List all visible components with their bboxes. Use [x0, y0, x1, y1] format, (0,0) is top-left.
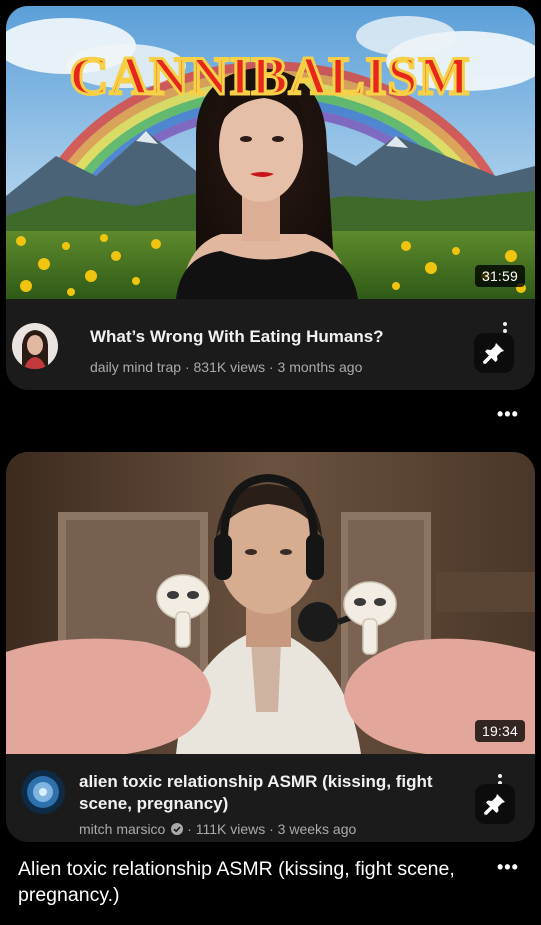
- video-card-cannibalism[interactable]: CANNIBALISM 31:59 What’s Wrong With Eati…: [6, 6, 535, 390]
- pin-button[interactable]: [474, 333, 514, 373]
- video-info: What’s Wrong With Eating Humans? daily m…: [6, 299, 535, 390]
- video-thumbnail[interactable]: 19:34: [6, 452, 535, 754]
- video-meta: mitch marsico · 111K views · 3 weeks ago: [79, 821, 464, 837]
- duration-badge: 19:34: [474, 720, 525, 742]
- post-more-options[interactable]: •••: [497, 404, 519, 425]
- avatar-image: [21, 770, 65, 814]
- view-count: 111K views: [195, 821, 266, 837]
- channel-avatar[interactable]: [12, 323, 58, 369]
- post-more-options[interactable]: •••: [497, 857, 519, 878]
- duration-badge: 31:59: [474, 265, 525, 287]
- meta-separator: ·: [269, 821, 274, 837]
- thumbnail-image: CANNIBALISM: [6, 6, 535, 299]
- meta-separator: ·: [187, 821, 192, 837]
- verified-check-icon: [171, 822, 184, 835]
- video-thumbnail[interactable]: CANNIBALISM 31:59: [6, 6, 535, 299]
- channel-name[interactable]: daily mind trap: [90, 359, 181, 375]
- channel-name[interactable]: mitch marsico: [79, 821, 165, 837]
- more-horizontal-icon: •••: [497, 404, 519, 424]
- thumbnail-title-text: CANNIBALISM: [69, 46, 470, 106]
- pushpin-icon: [484, 794, 505, 815]
- upload-age: 3 months ago: [277, 359, 363, 375]
- meta-separator: ·: [184, 359, 190, 375]
- more-horizontal-icon: •••: [497, 857, 519, 877]
- video-meta: daily mind trap · 831K views · 3 months …: [90, 359, 470, 375]
- meta-separator: ·: [268, 359, 274, 375]
- upload-age: 3 weeks ago: [277, 821, 357, 837]
- video-card-alien-asmr[interactable]: 19:34 alien toxic relationship ASMR (kis…: [6, 452, 535, 842]
- video-title[interactable]: What’s Wrong With Eating Humans?: [90, 326, 470, 348]
- pin-button[interactable]: [475, 784, 515, 824]
- view-count: 831K views: [193, 359, 266, 375]
- video-title[interactable]: alien toxic relationship ASMR (kissing, …: [79, 771, 464, 815]
- video-info: alien toxic relationship ASMR (kissing, …: [6, 754, 535, 842]
- avatar-image: [12, 323, 58, 369]
- thumbnail-image: [6, 452, 535, 754]
- post-caption: Alien toxic relationship ASMR (kissing, …: [18, 858, 455, 906]
- channel-avatar[interactable]: [21, 770, 65, 814]
- pushpin-icon: [483, 343, 504, 364]
